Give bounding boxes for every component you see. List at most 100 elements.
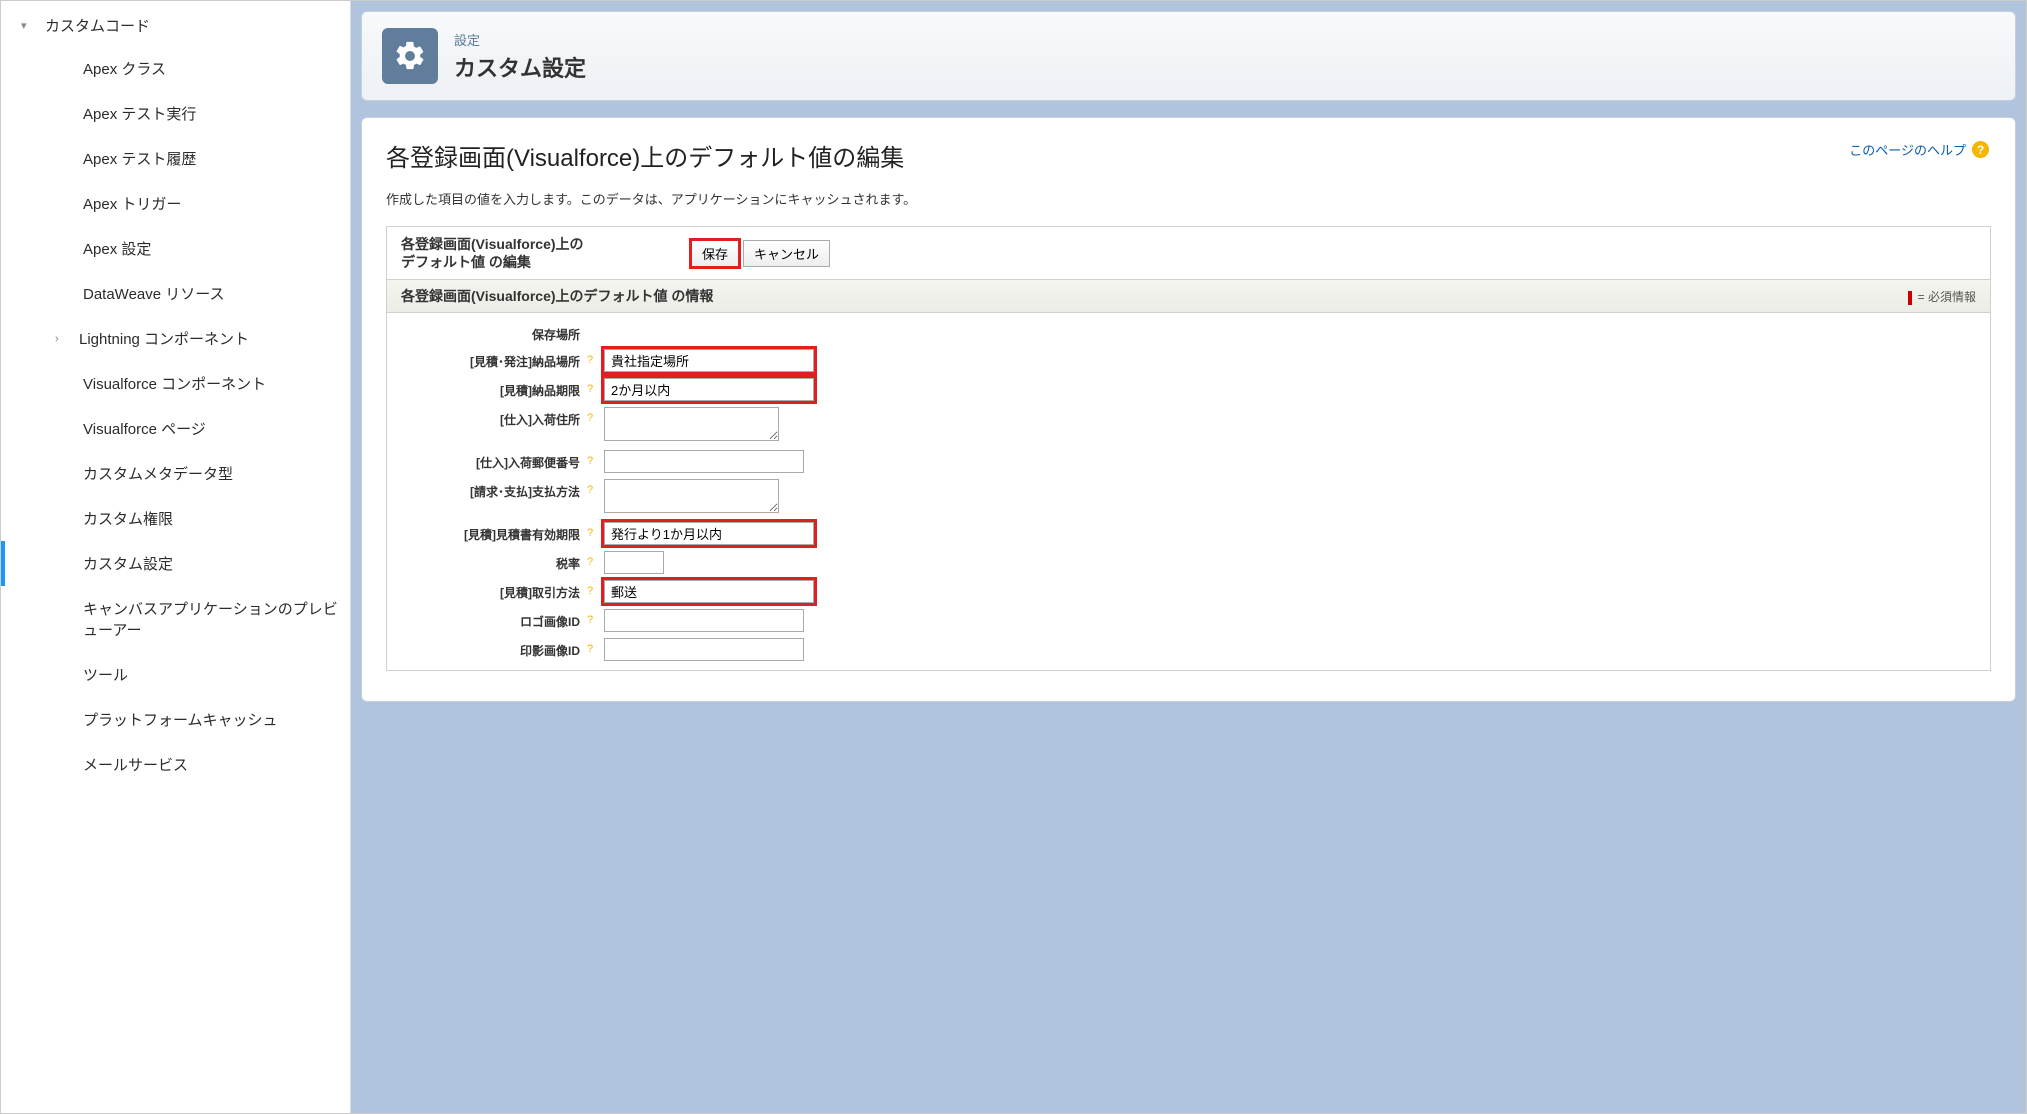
- gear-icon: [382, 28, 438, 84]
- row-quote-valid: [見積]見積書有効期限 ?: [387, 519, 1990, 548]
- info-icon[interactable]: ?: [582, 580, 598, 597]
- info-icon[interactable]: ?: [582, 522, 598, 539]
- input-tax-rate[interactable]: [604, 551, 664, 574]
- help-icon: ?: [1972, 141, 1989, 158]
- sidebar-item-custom-metadata[interactable]: カスタムメタデータ型: [1, 451, 350, 496]
- sidebar-item-label: Lightning コンポーネント: [79, 328, 249, 349]
- row-tax-rate: 税率 ?: [387, 548, 1990, 577]
- info-icon[interactable]: ?: [582, 479, 598, 496]
- edit-header: 各登録画面(Visualforce)上の デフォルト値 の編集 保存 キャンセル: [387, 227, 1990, 279]
- row-logo-id: ロゴ画像ID ?: [387, 606, 1990, 635]
- sidebar-item-label: Apex クラス: [83, 58, 166, 79]
- sidebar-item-label: Apex 設定: [83, 238, 151, 259]
- row-arrival-zip: [仕入]入荷郵便番号 ?: [387, 447, 1990, 476]
- input-delivery-due[interactable]: [604, 378, 814, 401]
- sidebar-item-mail-service[interactable]: メールサービス: [1, 742, 350, 787]
- edit-header-title: 各登録画面(Visualforce)上の デフォルト値 の編集: [401, 235, 691, 271]
- row-delivery-place: [見積･発注]納品場所 ?: [387, 346, 1990, 375]
- form-rows: 保存場所 [見積･発注]納品場所 ? [見積]納品期限 ?: [387, 313, 1990, 670]
- sidebar-item-label: カスタムメタデータ型: [83, 463, 233, 484]
- sidebar-item-label: Visualforce コンポーネント: [83, 373, 266, 394]
- sidebar-item-vf-pages[interactable]: Visualforce ページ: [1, 406, 350, 451]
- breadcrumb: 設定: [454, 30, 586, 49]
- chevron-right-icon: ›: [55, 333, 71, 345]
- label-trade-method: [見積]取引方法: [387, 580, 582, 601]
- sidebar-item-dataweave[interactable]: DataWeave リソース: [1, 271, 350, 316]
- sidebar-item-custom-settings[interactable]: カスタム設定: [1, 541, 350, 586]
- cancel-button[interactable]: キャンセル: [743, 240, 830, 267]
- sidebar-item-apex-class[interactable]: Apex クラス: [1, 46, 350, 91]
- info-icon[interactable]: ?: [582, 551, 598, 568]
- page-title: カスタム設定: [454, 51, 586, 83]
- label-delivery-due: [見積]納品期限: [387, 378, 582, 399]
- label-quote-valid: [見積]見積書有効期限: [387, 522, 582, 543]
- label-logo-id: ロゴ画像ID: [387, 609, 582, 630]
- section-bar: 各登録画面(Visualforce)上のデフォルト値 の情報 = 必須情報: [387, 279, 1990, 313]
- info-icon[interactable]: ?: [582, 450, 598, 467]
- required-bar-icon: [1908, 291, 1912, 305]
- sidebar-item-label: カスタム権限: [83, 508, 173, 529]
- row-delivery-due: [見積]納品期限 ?: [387, 375, 1990, 404]
- input-quote-valid[interactable]: [604, 522, 814, 545]
- label-delivery-place: [見積･発注]納品場所: [387, 349, 582, 370]
- info-icon[interactable]: ?: [582, 349, 598, 366]
- sidebar: ▾ カスタムコード Apex クラス Apex テスト実行 Apex テスト履歴…: [1, 1, 351, 1113]
- sidebar-item-label: メールサービス: [83, 754, 188, 775]
- sidebar-item-apex-test-run[interactable]: Apex テスト実行: [1, 91, 350, 136]
- info-icon[interactable]: ?: [582, 609, 598, 626]
- sidebar-item-label: プラットフォームキャッシュ: [83, 709, 278, 730]
- content-heading: 各登録画面(Visualforce)上のデフォルト値の編集: [386, 138, 1991, 173]
- row-location: 保存場所: [387, 319, 1990, 346]
- input-arrival-addr[interactable]: [604, 407, 779, 441]
- sidebar-item-label: Apex テスト履歴: [83, 148, 196, 169]
- sidebar-item-custom-perm[interactable]: カスタム権限: [1, 496, 350, 541]
- main-panel: 設定 カスタム設定 このページのヘルプ ? 各登録画面(Visualforce)…: [351, 1, 2026, 1113]
- edit-header-line2: デフォルト値 の編集: [401, 254, 531, 270]
- sidebar-item-tool[interactable]: ツール: [1, 652, 350, 697]
- input-logo-id[interactable]: [604, 609, 804, 632]
- sidebar-item-vf-components[interactable]: Visualforce コンポーネント: [1, 361, 350, 406]
- sidebar-parent-custom-code[interactable]: ▾ カスタムコード: [1, 5, 350, 46]
- sidebar-item-label: Apex テスト実行: [83, 103, 196, 124]
- input-delivery-place[interactable]: [604, 349, 814, 372]
- row-pay-method: [請求･支払]支払方法 ?: [387, 476, 1990, 519]
- required-note: = 必須情報: [1908, 288, 1976, 305]
- label-tax-rate: 税率: [387, 551, 582, 572]
- sidebar-item-apex-settings[interactable]: Apex 設定: [1, 226, 350, 271]
- chevron-down-icon: ▾: [21, 19, 37, 32]
- info-icon[interactable]: ?: [582, 407, 598, 424]
- content-description: 作成した項目の値を入力します。このデータは、アプリケーションにキャッシュされます…: [386, 189, 1991, 208]
- sidebar-item-apex-test-history[interactable]: Apex テスト履歴: [1, 136, 350, 181]
- edit-button-row: 保存 キャンセル: [691, 240, 830, 267]
- sidebar-item-label: ツール: [83, 664, 128, 685]
- required-label: = 必須情報: [1918, 290, 1976, 304]
- label-pay-method: [請求･支払]支払方法: [387, 479, 582, 500]
- label-location: 保存場所: [387, 322, 582, 343]
- edit-block: 各登録画面(Visualforce)上の デフォルト値 の編集 保存 キャンセル…: [386, 226, 1991, 671]
- info-icon[interactable]: ?: [582, 638, 598, 655]
- input-pay-method[interactable]: [604, 479, 779, 513]
- page-header-card: 設定 カスタム設定: [361, 11, 2016, 101]
- row-trade-method: [見積]取引方法 ?: [387, 577, 1990, 606]
- save-button[interactable]: 保存: [691, 240, 739, 267]
- help-link[interactable]: このページのヘルプ ?: [1849, 140, 1989, 159]
- sidebar-item-canvas-previewer[interactable]: キャンバスアプリケーションのプレビューアー: [1, 586, 350, 652]
- sidebar-item-lightning-components[interactable]: › Lightning コンポーネント: [1, 316, 350, 361]
- value-location: [598, 322, 604, 326]
- sidebar-item-apex-trigger[interactable]: Apex トリガー: [1, 181, 350, 226]
- info-icon: [582, 322, 598, 327]
- sidebar-parent-label: カスタムコード: [45, 15, 150, 36]
- sidebar-item-label: カスタム設定: [83, 553, 173, 574]
- sidebar-item-label: Apex トリガー: [83, 193, 181, 214]
- row-arrival-addr: [仕入]入荷住所 ?: [387, 404, 1990, 447]
- input-trade-method[interactable]: [604, 580, 814, 603]
- sidebar-item-platform-cache[interactable]: プラットフォームキャッシュ: [1, 697, 350, 742]
- input-arrival-zip[interactable]: [604, 450, 804, 473]
- input-stamp-id[interactable]: [604, 638, 804, 661]
- sidebar-item-label: キャンバスアプリケーションのプレビューアー: [83, 598, 342, 640]
- section-title: 各登録画面(Visualforce)上のデフォルト値 の情報: [401, 286, 713, 306]
- info-icon[interactable]: ?: [582, 378, 598, 395]
- label-arrival-zip: [仕入]入荷郵便番号: [387, 450, 582, 471]
- help-link-text: このページのヘルプ: [1849, 140, 1966, 159]
- row-stamp-id: 印影画像ID ?: [387, 635, 1990, 664]
